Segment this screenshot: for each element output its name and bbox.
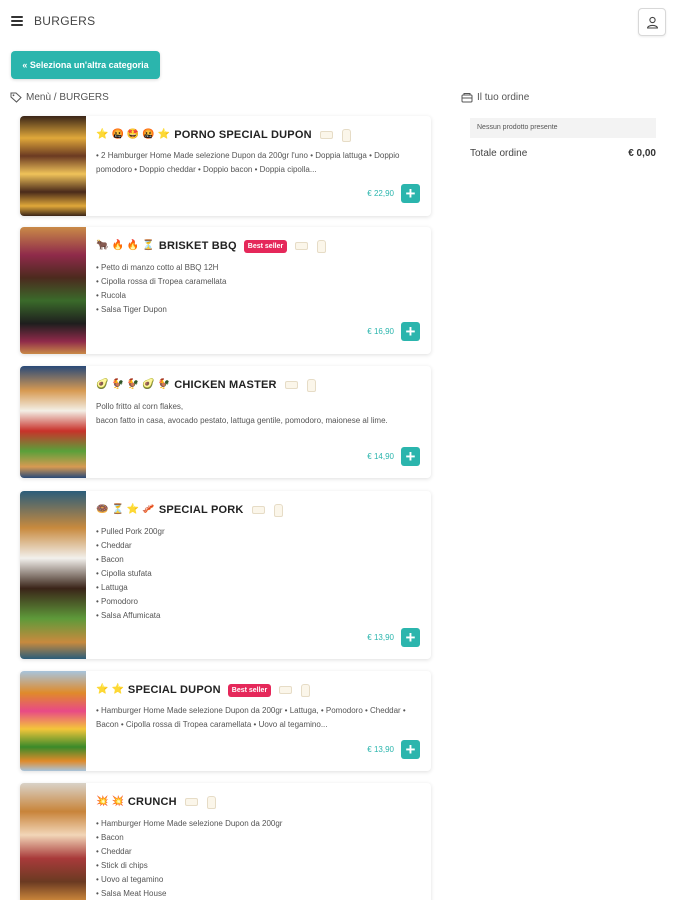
product-emoji: ⭐ (126, 504, 140, 515)
drink-icon (273, 503, 283, 517)
bread-icon (319, 131, 333, 139)
product-description: • Hamburger Home Made selezione Dupon da… (96, 706, 406, 729)
product-photo (20, 366, 86, 478)
product-photo (20, 783, 86, 900)
product-card[interactable]: 💥 💥 CRUNCH • Hamburger Home Made selezion… (20, 783, 431, 900)
product-photo (20, 116, 86, 216)
add-to-order-button[interactable]: + (401, 628, 420, 647)
order-total-label: Totale ordine (470, 148, 528, 159)
product-emoji: 🤩 (126, 129, 140, 140)
product-emoji: ⭐ (157, 129, 171, 140)
drink-icon (306, 378, 316, 392)
plus-icon: + (405, 628, 416, 647)
product-emoji: 🤬 (111, 129, 124, 140)
product-emoji: ⏳ (142, 240, 155, 251)
product-card[interactable]: 🥑 🐓 🐓 🥑 🐓 CHICKEN MASTER Pollo fritto al cor… (20, 366, 431, 478)
top-bar: BURGERS (0, 0, 675, 44)
product-emoji: 💥 (111, 796, 124, 807)
product-emoji: 🍩 (96, 504, 109, 515)
plus-icon: + (405, 184, 416, 203)
product-emoji: 🥑 (142, 379, 155, 390)
product-price: € 22,90 (367, 189, 394, 198)
drink-icon (317, 239, 327, 253)
drink-icon (206, 795, 216, 809)
product-photo (20, 227, 86, 354)
product-description: • Petto di manzo cotto al BBQ 12H • Cipo… (96, 263, 227, 314)
best-seller-badge: Best seller (227, 683, 272, 697)
user-icon (646, 16, 658, 29)
add-to-order-button[interactable]: + (401, 322, 420, 341)
product-name: CHICKEN MASTER (174, 379, 277, 391)
product-emoji: 🔥 (111, 240, 124, 251)
product-card[interactable]: ⭐ ⭐ SPECIAL DUPON Best seller • Hamburger… (20, 671, 431, 771)
plus-icon: + (405, 740, 416, 759)
add-to-order-button[interactable]: + (401, 184, 420, 203)
product-name: SPECIAL PORK (158, 504, 244, 516)
product-emoji: ⭐ (96, 129, 109, 140)
order-heading-text: Il tuo ordine (477, 92, 530, 103)
add-to-order-button[interactable]: + (401, 740, 420, 759)
best-seller-badge: Best seller (243, 239, 288, 253)
product-price: € 13,90 (367, 745, 394, 754)
tag-icon (10, 92, 22, 103)
hamburger-menu-icon[interactable] (11, 16, 23, 26)
user-account-button[interactable] (638, 8, 666, 36)
product-photo (20, 491, 86, 659)
product-name: PORNO SPECIAL DUPON (174, 129, 312, 141)
product-description: Pollo fritto al corn flakes, bacon fatto… (96, 402, 388, 425)
product-emoji: 🥓 (142, 504, 155, 515)
breadcrumb-text: Menù / BURGERS (26, 92, 109, 103)
product-price: € 16,90 (367, 327, 394, 336)
product-price: € 13,90 (367, 633, 394, 642)
product-name: BRISKET BBQ (158, 240, 237, 252)
product-price: € 14,90 (367, 452, 394, 461)
product-description: • Hamburger Home Made selezione Dupon da… (96, 819, 283, 898)
bread-icon (251, 506, 265, 514)
category-button-label: « Seleziona un'altra categoria (22, 60, 149, 70)
product-emoji: 🐓 (111, 379, 124, 390)
order-total-value: € 0,00 (628, 148, 656, 159)
product-emoji: ⭐ (96, 684, 109, 695)
bread-icon (284, 381, 298, 389)
product-description: • Pulled Pork 200gr • Cheddar • Bacon • … (96, 527, 165, 620)
select-other-category-button[interactable]: « Seleziona un'altra categoria (11, 51, 160, 79)
product-photo (20, 671, 86, 771)
product-emoji: 🐓 (157, 379, 171, 390)
drink-icon (301, 683, 311, 697)
product-emoji: ⭐ (111, 684, 124, 695)
bread-icon (295, 242, 309, 250)
product-emoji: 🔥 (126, 240, 140, 251)
bread-icon (184, 798, 198, 806)
plus-icon: + (405, 447, 416, 466)
drink-icon (341, 128, 351, 142)
product-name: SPECIAL DUPON (127, 684, 221, 696)
add-to-order-button[interactable]: + (401, 447, 420, 466)
product-card[interactable]: 🍩 ⏳ ⭐ 🥓 SPECIAL PORK • Pulled Pork 200gr • … (20, 491, 431, 659)
product-card[interactable]: ⭐ 🤬 🤩 🤬 ⭐ PORNO SPECIAL DUPON • 2 Hamburger … (20, 116, 431, 216)
product-emoji: 💥 (96, 796, 109, 807)
product-emoji: 🥑 (96, 379, 109, 390)
product-card[interactable]: 🐂 🔥 🔥 ⏳ BRISKET BBQ Best seller • Petto di … (20, 227, 431, 354)
product-name: CRUNCH (127, 796, 177, 808)
product-emoji: 🐂 (96, 240, 109, 251)
product-emoji: 🤬 (142, 129, 155, 140)
page-title: BURGERS (34, 14, 96, 28)
product-description: • 2 Hamburger Home Made selezione Dupon … (96, 151, 400, 174)
bread-icon (279, 686, 293, 694)
plus-icon: + (405, 322, 416, 341)
cart-icon (461, 93, 473, 103)
order-empty-message: Nessun prodotto presente (470, 118, 656, 138)
order-heading: Il tuo ordine (461, 92, 529, 103)
order-total: Totale ordine € 0,00 (470, 148, 656, 159)
product-emoji: ⏳ (111, 504, 124, 515)
breadcrumb: Menù / BURGERS (10, 92, 109, 103)
product-emoji: 🐓 (126, 379, 140, 390)
